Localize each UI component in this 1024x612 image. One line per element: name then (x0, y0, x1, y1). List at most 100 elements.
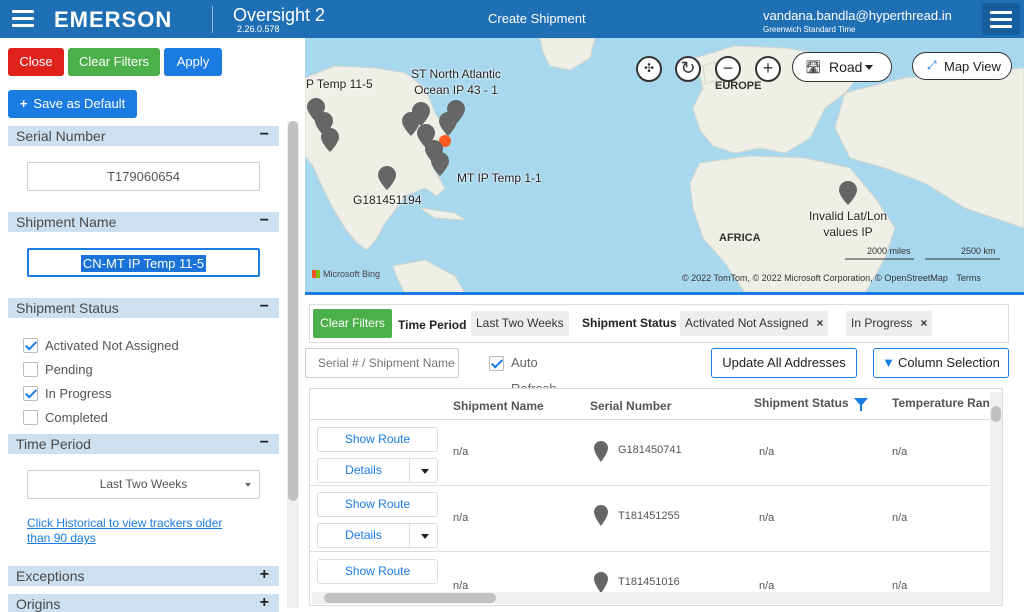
status-chip-in-progress[interactable]: In Progress × (846, 311, 933, 336)
search-input[interactable] (305, 348, 459, 378)
table-row[interactable]: Show Route Details n/a T181451255 n/a n/… (310, 486, 990, 552)
time-period-section[interactable]: Time Period − (8, 434, 279, 454)
shipment-name-section[interactable]: Shipment Name − (8, 212, 279, 232)
shipment-name-input[interactable]: CN-MT IP Temp 11-5 (27, 248, 260, 277)
details-label[interactable]: Details (318, 524, 409, 547)
time-period-select[interactable]: Last Two Weeks (27, 470, 260, 499)
exceptions-section[interactable]: Exceptions + (8, 566, 279, 586)
road-icon: 🛣 (805, 59, 822, 74)
road-style-dropdown[interactable]: 🛣 Road (792, 52, 892, 82)
filter-sidebar: Close Clear Filters Apply + Save as Defau… (0, 38, 284, 612)
exceptions-heading: Exceptions (16, 568, 85, 584)
collapse-icon[interactable]: − (260, 126, 269, 144)
cell-shipment-status: n/a (759, 580, 775, 592)
map-pin-icon[interactable] (376, 164, 398, 192)
save-as-default-label: Save as Default (33, 96, 126, 111)
clear-filters-button[interactable]: Clear Filters (68, 48, 160, 76)
serial-number-section[interactable]: Serial Number − (8, 126, 279, 146)
expand-icon[interactable]: + (260, 594, 269, 612)
attribution-text: © 2022 TomTom, © 2022 Microsoft Corporat… (682, 273, 948, 283)
map-label-st-north-atlantic: ST North Atlantic Ocean IP 43 - 1 (411, 67, 501, 97)
map-pin-icon[interactable] (429, 150, 451, 178)
checkbox-unchecked[interactable] (23, 362, 38, 377)
collapse-icon[interactable]: − (260, 298, 269, 316)
collapse-icon[interactable]: − (260, 212, 269, 230)
table-row[interactable]: Show Route Details n/a G181450741 n/a n/… (310, 420, 990, 486)
tracker-pin-icon (594, 441, 608, 462)
grid-hscroll-thumb[interactable] (324, 593, 496, 603)
grid-horizontal-scrollbar[interactable] (312, 592, 1002, 604)
bing-logo: Microsoft Bing (312, 269, 380, 279)
active-filters-bar: Clear Filters Time Period Last Two Weeks… (309, 304, 1009, 343)
show-route-button[interactable]: Show Route (317, 559, 438, 584)
show-route-button[interactable]: Show Route (317, 492, 438, 517)
status-option-label: Completed (45, 410, 108, 425)
bing-icon (312, 270, 320, 278)
top-bar: EMERSON Oversight 2 2.26.0.578 Create Sh… (0, 0, 1024, 38)
shipment-map[interactable]: P Temp 11-5 ST North Atlantic Ocean IP 4… (305, 38, 1024, 293)
main-menu-button[interactable] (982, 3, 1020, 35)
filter-icon[interactable] (853, 396, 869, 412)
origins-heading: Origins (16, 596, 61, 612)
chevron-down-icon (245, 483, 251, 487)
hamburger-menu-icon[interactable] (8, 7, 38, 31)
grid-vertical-scrollbar[interactable] (990, 392, 1002, 592)
chip-label: Activated Not Assigned (685, 316, 809, 330)
details-label[interactable]: Details (318, 459, 409, 482)
map-pin-icon[interactable] (837, 179, 859, 207)
remove-chip-icon[interactable]: × (816, 316, 823, 330)
details-split-button[interactable]: Details (317, 458, 438, 483)
time-period-filter-label: Time Period (398, 318, 467, 332)
checkbox-checked[interactable] (23, 338, 38, 353)
refresh-icon[interactable]: ↻ (675, 56, 701, 82)
column-header-temperature[interactable]: Temperature Range (892, 396, 1002, 410)
clear-filters-button[interactable]: Clear Filters (313, 309, 392, 338)
remove-chip-icon[interactable]: × (920, 316, 927, 330)
shipment-name-heading: Shipment Name (16, 214, 117, 230)
column-header-serial-number[interactable]: Serial Number (590, 399, 671, 413)
historical-link[interactable]: Click Historical to view trackers older … (27, 516, 247, 546)
user-email[interactable]: vandana.bandla@hyperthread.in (763, 8, 952, 23)
time-period-value: Last Two Weeks (99, 477, 188, 491)
sidebar-scroll-thumb[interactable] (288, 121, 298, 501)
serial-number-input[interactable]: T179060654 (27, 162, 260, 191)
show-route-button[interactable]: Show Route (317, 427, 438, 452)
scale-km: 2500 km (961, 246, 996, 256)
map-pin-icon[interactable] (319, 126, 341, 154)
cell-serial-number: T181451255 (618, 510, 680, 522)
zoom-out-icon[interactable]: − (715, 56, 741, 82)
close-button[interactable]: Close (8, 48, 64, 76)
shipment-status-section[interactable]: Shipment Status − (8, 298, 279, 318)
status-chip-activated[interactable]: Activated Not Assigned × (680, 311, 829, 336)
cluster-icon[interactable]: ✣ (636, 56, 662, 82)
map-view-button[interactable]: ⤢ Map View (912, 52, 1012, 80)
update-all-addresses-button[interactable]: Update All Addresses (711, 348, 857, 378)
save-as-default-button[interactable]: + Save as Default (8, 90, 137, 118)
caret-down-icon[interactable] (421, 534, 429, 539)
zoom-in-icon[interactable]: + (755, 56, 781, 82)
details-split-button[interactable]: Details (317, 523, 438, 548)
checkbox-unchecked[interactable] (23, 410, 38, 425)
expand-icon[interactable]: + (260, 566, 269, 584)
time-period-chip[interactable]: Last Two Weeks (471, 311, 569, 336)
grid-scroll-thumb[interactable] (991, 406, 1001, 422)
tracker-pin-icon (594, 505, 608, 526)
checkbox-checked[interactable] (23, 386, 38, 401)
caret-down-icon (865, 65, 873, 70)
sidebar-scrollbar[interactable] (287, 121, 299, 608)
caret-down-icon[interactable] (421, 469, 429, 474)
cell-shipment-status: n/a (759, 512, 775, 524)
page-title: Create Shipment (488, 11, 586, 26)
auto-refresh-checkbox[interactable] (489, 356, 504, 371)
origins-section[interactable]: Origins + (8, 594, 279, 612)
map-divider (305, 292, 1024, 295)
collapse-icon[interactable]: − (260, 434, 269, 452)
column-selection-button[interactable]: ▼ Column Selection (873, 348, 1009, 378)
status-option-label: Pending (45, 362, 93, 377)
product-name: Oversight 2 (233, 5, 326, 25)
column-header-shipment-name[interactable]: Shipment Name (453, 399, 544, 413)
terms-link[interactable]: Terms (956, 273, 981, 283)
map-pin-icon[interactable] (445, 98, 467, 126)
apply-button[interactable]: Apply (164, 48, 222, 76)
column-header-shipment-status[interactable]: Shipment Status (754, 396, 849, 410)
